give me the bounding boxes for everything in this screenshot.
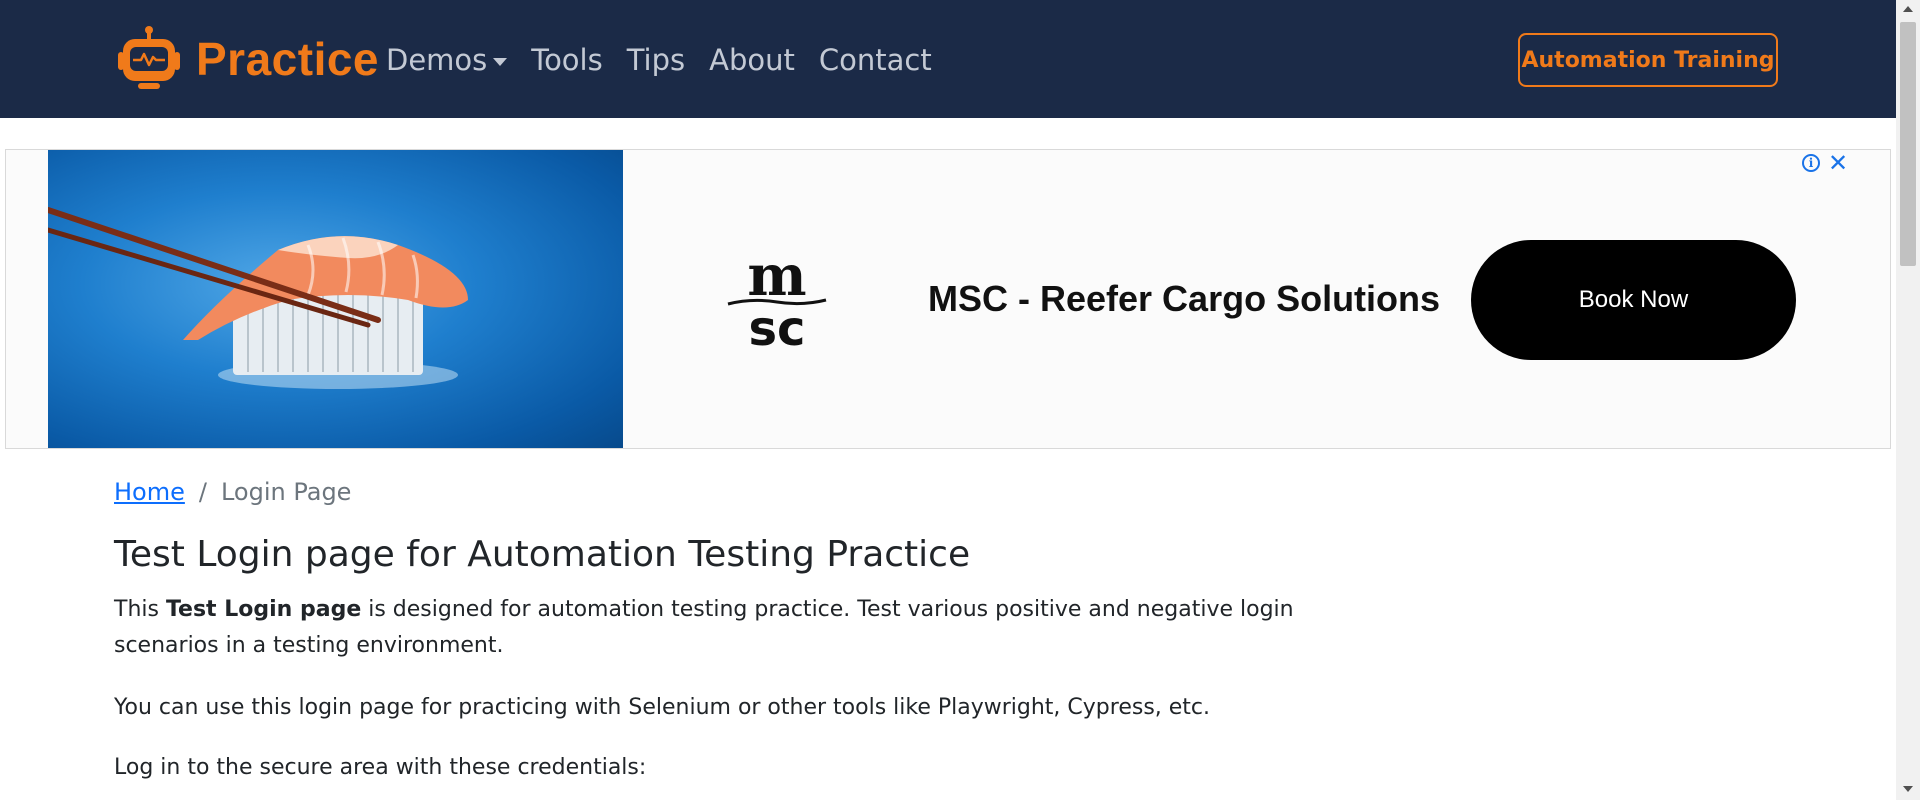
scroll-up-arrow-icon[interactable] [1903,6,1913,12]
ad-shrimp-container-image[interactable] [48,150,623,448]
intro-bold: Test Login page [165,597,362,622]
nav-links: Demos Tools Tips About Contact [386,40,956,80]
intro-prefix: This [114,597,166,622]
scrollbar-thumb[interactable] [1900,22,1916,266]
advertisement-banner[interactable]: m sc MSC - Reefer Cargo Solutions Book N… [5,149,1891,449]
msc-logo-icon: m sc [727,250,827,350]
nav-tips[interactable]: Tips [627,40,685,80]
nav-demos-dropdown[interactable]: Demos [386,40,508,80]
intro-paragraph: This Test Login page is designed for aut… [114,592,1344,664]
nav-contact[interactable]: Contact [819,40,932,80]
close-icon[interactable]: ✕ [1828,150,1848,176]
logo-text-bottom: sc [748,301,805,350]
info-icon[interactable]: i [1802,154,1820,172]
navbar: Practice Demos Tools Tips About Contact … [0,0,1896,118]
breadcrumb: Home / Login Page [114,478,351,506]
brand-name: Practice [196,33,380,85]
nav-tools[interactable]: Tools [531,40,602,80]
ad-headline[interactable]: MSC - Reefer Cargo Solutions [928,278,1440,320]
tools-paragraph: You can use this login page for practici… [114,695,1211,720]
page-title: Test Login page for Automation Testing P… [114,534,971,575]
breadcrumb-current: Login Page [220,478,352,506]
breadcrumb-home-link[interactable]: Home [114,478,185,506]
credentials-paragraph: Log in to the secure area with these cre… [114,755,647,780]
page-scrollbar[interactable] [1896,0,1920,800]
shrimp-sushi-illustration [48,207,468,389]
nav-about[interactable]: About [709,40,795,80]
ad-book-now-button[interactable]: Book Now [1471,240,1796,360]
caret-down-icon [493,57,508,66]
breadcrumb-separator: / [198,478,207,506]
automation-training-button[interactable]: Automation Training [1518,33,1778,87]
scroll-down-arrow-icon[interactable] [1903,786,1913,792]
brand-home-link[interactable]: Practice [114,24,379,94]
robot-logo-icon [118,26,180,89]
nav-demos-label: Demos [386,43,488,77]
